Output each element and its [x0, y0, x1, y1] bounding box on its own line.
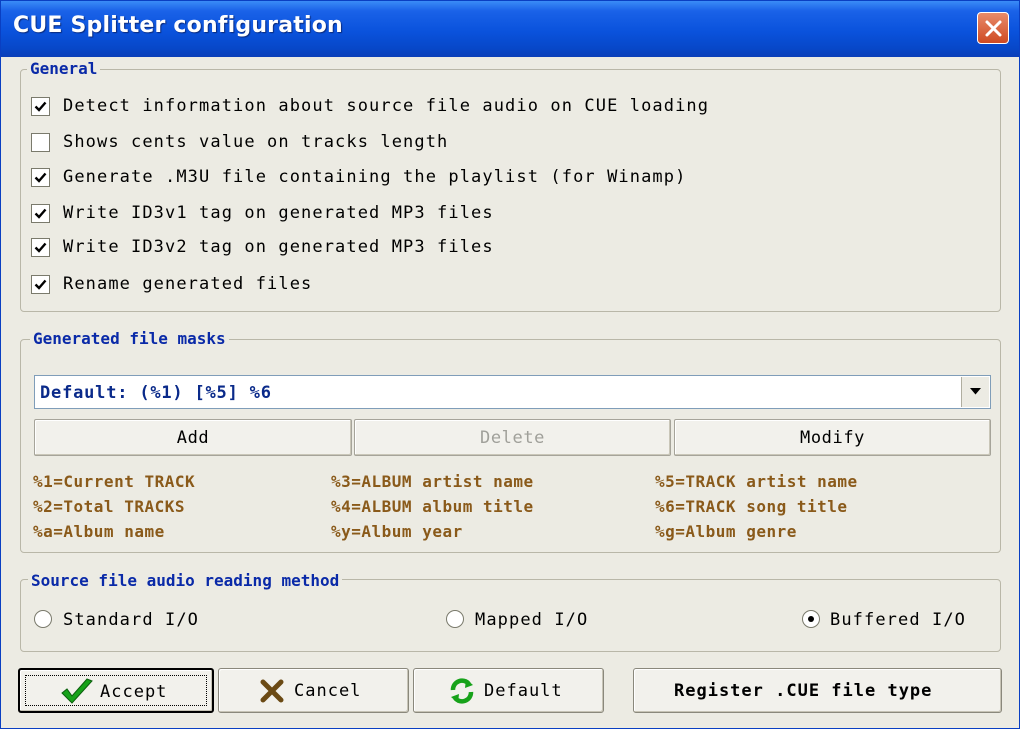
checkbox[interactable]	[31, 168, 50, 187]
radio-buffered-io[interactable]	[802, 610, 820, 628]
default-button[interactable]: Default	[413, 668, 604, 713]
checkmark-icon	[34, 101, 47, 112]
checkmark-icon	[34, 208, 47, 219]
close-icon	[985, 20, 1002, 37]
mask-legend-item: %a=Album name	[33, 522, 165, 541]
radio-buffered-label: Buffered I/O	[830, 610, 967, 630]
mask-legend-item: %y=Album year	[331, 522, 463, 541]
radio-mapped-io[interactable]	[446, 610, 464, 628]
modify-button[interactable]: Modify	[674, 419, 991, 456]
general-legend: General	[27, 59, 101, 78]
checkmark-icon	[34, 279, 47, 290]
close-button[interactable]	[977, 12, 1009, 44]
radio-mapped-label: Mapped I/O	[475, 610, 589, 630]
option-label: Rename generated files	[63, 274, 313, 294]
accept-button[interactable]: Accept	[18, 668, 214, 713]
chevron-down-icon	[970, 388, 981, 395]
add-button[interactable]: Add	[34, 419, 352, 456]
reading-legend: Source file audio reading method	[28, 571, 343, 590]
radio-dot	[808, 616, 814, 622]
option-label: Write ID3v2 tag on generated MP3 files	[63, 237, 494, 257]
option-label: Detect information about source file aud…	[63, 96, 710, 116]
register-label: Register .CUE file type	[674, 681, 933, 701]
mask-legend-item: %1=Current TRACK	[33, 472, 196, 491]
add-label: Add	[176, 428, 210, 448]
dropdown-button[interactable]	[961, 377, 989, 407]
option-label: Write ID3v1 tag on generated MP3 files	[63, 203, 494, 223]
cross-icon	[260, 679, 284, 703]
checkbox[interactable]	[31, 204, 50, 223]
title-bar[interactable]: CUE Splitter configuration	[1, 1, 1019, 57]
config-window: CUE Splitter configuration General Detec…	[0, 0, 1020, 729]
mask-select[interactable]: Default: (%1) [%5] %6	[34, 375, 991, 409]
register-cue-button[interactable]: Register .CUE file type	[633, 668, 1002, 713]
mask-legend-item: %4=ALBUM album title	[331, 497, 534, 516]
checkmark-icon	[34, 242, 47, 253]
mask-legend-item: %g=Album genre	[655, 522, 797, 541]
modify-label: Modify	[799, 428, 865, 448]
checkmark-icon	[34, 172, 47, 183]
mask-legend-item: %3=ALBUM artist name	[331, 472, 534, 491]
accept-label: Accept	[100, 682, 168, 702]
cancel-button[interactable]: Cancel	[218, 668, 409, 713]
radio-standard-label: Standard I/O	[63, 610, 200, 630]
mask-legend-item: %6=TRACK song title	[655, 497, 848, 516]
mask-legend-item: %5=TRACK artist name	[655, 472, 858, 491]
checkmark-icon	[61, 678, 93, 704]
mask-select-value: Default: (%1) [%5] %6	[40, 383, 272, 403]
radio-standard-io[interactable]	[34, 610, 52, 628]
checkbox[interactable]	[31, 238, 50, 257]
option-label: Generate .M3U file containing the playli…	[63, 167, 687, 187]
refresh-icon	[450, 678, 474, 704]
default-label: Default	[484, 681, 563, 701]
checkbox[interactable]	[31, 97, 50, 116]
window-title: CUE Splitter configuration	[13, 13, 343, 38]
cancel-label: Cancel	[294, 681, 362, 701]
mask-legend-item: %2=Total TRACKS	[33, 497, 185, 516]
masks-legend: Generated file masks	[30, 329, 229, 348]
delete-label: Delete	[479, 428, 545, 448]
delete-button[interactable]: Delete	[354, 419, 671, 456]
checkbox[interactable]	[31, 133, 50, 152]
checkbox[interactable]	[31, 275, 50, 294]
option-label: Shows cents value on tracks length	[63, 132, 449, 152]
